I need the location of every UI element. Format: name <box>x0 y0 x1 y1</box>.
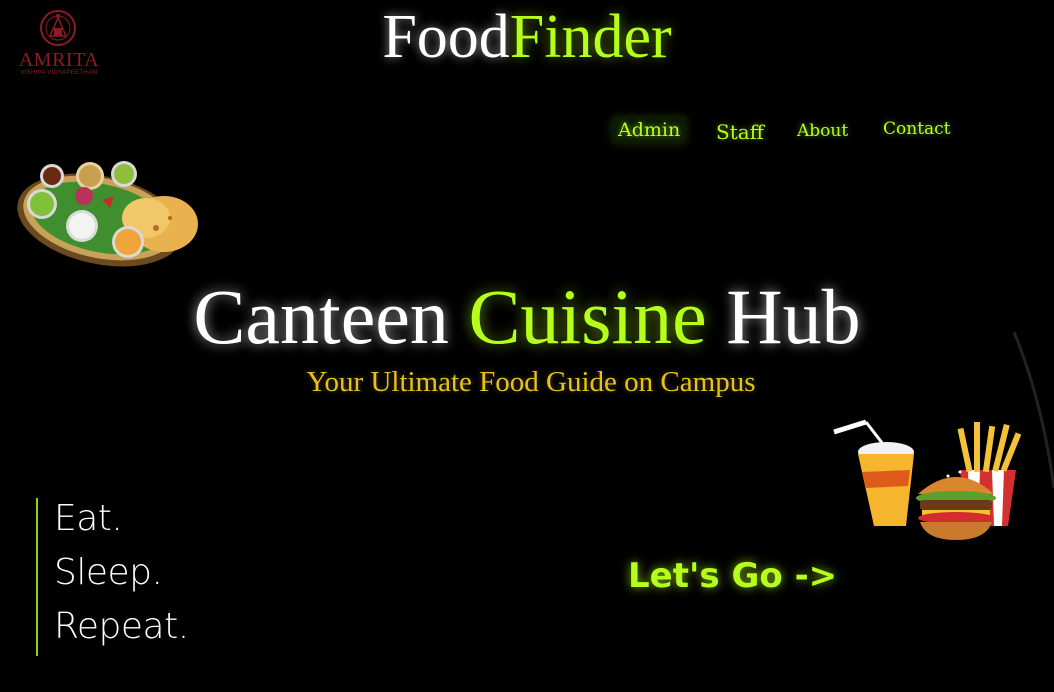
decorative-stroke <box>1012 331 1054 489</box>
site-brand-title[interactable]: FoodFinder <box>0 2 1054 72</box>
motto-sleep: Sleep. <box>54 552 163 593</box>
hero-title-cuisine: Cuisine <box>468 273 707 360</box>
nav-link-about[interactable]: About <box>797 121 848 141</box>
hero-title-hub: Hub <box>726 273 861 360</box>
thali-plate-illustration <box>17 161 198 267</box>
motto-block: Eat. Sleep. Repeat. <box>36 498 238 656</box>
nav-link-staff[interactable]: Staff <box>716 120 764 144</box>
brand-part-food: Food <box>382 3 510 71</box>
motto-repeat: Repeat. <box>54 606 189 647</box>
motto-eat: Eat. <box>54 498 123 539</box>
nav-link-admin[interactable]: Admin <box>612 117 687 143</box>
hero-tagline: Your Ultimate Food Guide on Campus <box>306 366 756 398</box>
lets-go-button[interactable]: Let's Go -> <box>628 556 837 596</box>
brand-part-finder: Finder <box>509 3 672 71</box>
hero-title-canteen: Canteen <box>193 273 449 360</box>
hero-title: Canteen Cuisine Hub <box>0 272 1054 362</box>
main-nav: Admin Staff About Contact <box>0 110 1054 154</box>
nav-link-contact[interactable]: Contact <box>883 119 951 139</box>
burger-fries-drink-illustration <box>833 419 1022 540</box>
